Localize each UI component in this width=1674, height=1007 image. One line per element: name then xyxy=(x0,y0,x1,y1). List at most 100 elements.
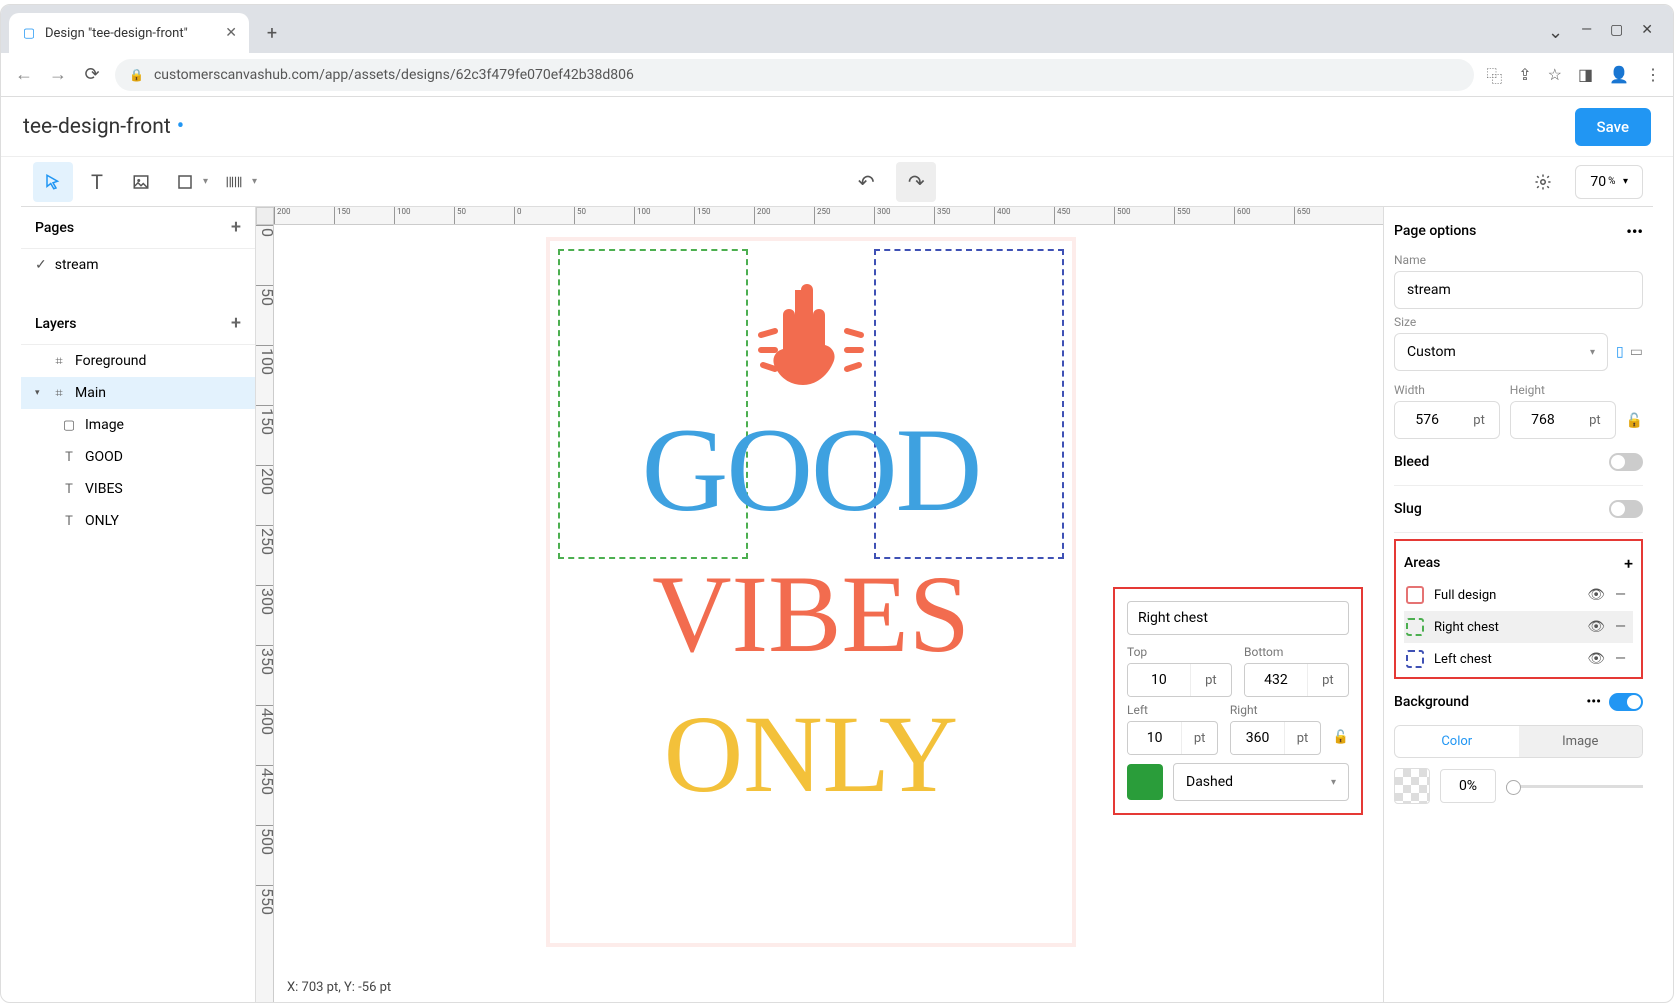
size-select[interactable]: Custom▾ xyxy=(1394,333,1608,371)
remove-icon[interactable]: — xyxy=(1615,587,1631,603)
redo-button[interactable]: ↷ xyxy=(896,162,936,202)
layer-foreground[interactable]: ⌗ Foreground xyxy=(21,345,255,377)
design-canvas[interactable]: GOOD VIBES ONLY xyxy=(546,237,1076,947)
check-icon: ✓ xyxy=(35,257,47,273)
shape-tool[interactable] xyxy=(165,162,205,202)
layer-image[interactable]: ▢ Image xyxy=(21,409,255,441)
ruler-corner xyxy=(256,207,274,225)
line-style-select[interactable]: Dashed ▾ xyxy=(1173,763,1349,801)
window-controls: ⌄ — ▢ ✕ xyxy=(1528,22,1673,53)
layer-good[interactable]: T GOOD xyxy=(21,441,255,473)
area-swatch-full xyxy=(1406,586,1424,604)
lock-icon[interactable]: 🔓 xyxy=(1333,730,1349,745)
text-good[interactable]: GOOD xyxy=(642,401,981,539)
right-input[interactable] xyxy=(1231,722,1284,754)
save-button[interactable]: Save xyxy=(1575,108,1651,146)
image-tool[interactable] xyxy=(121,162,161,202)
select-tool[interactable] xyxy=(33,162,73,202)
page-name-input[interactable] xyxy=(1394,271,1643,309)
barcode-dropdown-icon[interactable]: ▾ xyxy=(252,176,257,187)
layer-vibes[interactable]: T VIBES xyxy=(21,473,255,505)
left-panel: Pages + ✓ stream Layers + ⌗ Foreground ▾… xyxy=(21,207,256,1002)
area-row-right[interactable]: Right chest 👁— xyxy=(1404,611,1633,643)
url-bar: ← → ⟳ 🔒 customerscanvashub.com/app/asset… xyxy=(1,53,1673,97)
peace-hand-image[interactable] xyxy=(746,275,876,395)
shape-dropdown-icon[interactable]: ▾ xyxy=(203,176,208,187)
more-icon[interactable]: ••• xyxy=(1626,222,1643,241)
browser-tab[interactable]: ▢ Design "tee-design-front" ✕ xyxy=(9,13,249,53)
area-swatch-left xyxy=(1406,650,1424,668)
maximize-icon[interactable]: ▢ xyxy=(1610,22,1623,43)
share-icon[interactable]: ⇪ xyxy=(1518,65,1531,84)
portrait-icon[interactable]: ▯ xyxy=(1616,344,1624,360)
bg-color-tab[interactable]: Color xyxy=(1395,726,1519,757)
undo-button[interactable]: ↶ xyxy=(846,162,886,202)
opacity-input[interactable] xyxy=(1440,769,1496,803)
text-icon: T xyxy=(61,514,77,529)
bg-type-segmented[interactable]: Color Image xyxy=(1394,725,1643,758)
new-tab-button[interactable]: + xyxy=(257,18,287,48)
slug-toggle[interactable] xyxy=(1609,500,1643,518)
profile-icon[interactable]: 👤 xyxy=(1609,65,1629,84)
height-input[interactable] xyxy=(1511,402,1575,438)
url-field[interactable]: 🔒 customerscanvashub.com/app/assets/desi… xyxy=(115,59,1474,91)
grid-icon: ⌗ xyxy=(51,354,67,369)
text-only[interactable]: ONLY xyxy=(664,691,959,818)
dropdown-icon[interactable]: ⌄ xyxy=(1548,22,1563,43)
caret-down-icon: ▾ xyxy=(35,388,43,398)
width-input[interactable] xyxy=(1395,402,1459,438)
coordinates-display: X: 703 pt, Y: -56 pt xyxy=(277,974,401,1001)
forward-icon: → xyxy=(47,64,69,85)
ruler-horizontal: 2001501005005010015020025030035040045050… xyxy=(274,207,1383,225)
bleed-toggle[interactable] xyxy=(1609,453,1643,471)
visibility-icon[interactable]: 👁 xyxy=(1587,587,1605,603)
layer-only[interactable]: T ONLY xyxy=(21,505,255,537)
add-layer-button[interactable]: + xyxy=(231,313,241,334)
bookmark-icon[interactable]: ☆ xyxy=(1548,65,1562,84)
area-color-swatch[interactable] xyxy=(1127,764,1163,800)
bg-color-swatch[interactable] xyxy=(1394,768,1430,804)
area-row-left[interactable]: Left chest 👁— xyxy=(1404,643,1633,675)
area-edit-panel: Top pt Bottom pt Left pt Right p xyxy=(1113,587,1363,815)
left-input[interactable] xyxy=(1128,722,1181,754)
more-icon[interactable]: ••• xyxy=(1586,694,1601,710)
page-item[interactable]: ✓ stream xyxy=(21,249,255,281)
remove-icon[interactable]: — xyxy=(1615,651,1631,667)
install-icon[interactable]: ⿻ xyxy=(1486,63,1502,87)
layer-main[interactable]: ▾ ⌗ Main xyxy=(21,377,255,409)
settings-icon[interactable] xyxy=(1523,162,1563,202)
text-vibes[interactable]: VIBES xyxy=(652,551,970,678)
layers-header: Layers + xyxy=(21,303,255,345)
visibility-icon[interactable]: 👁 xyxy=(1587,651,1605,667)
close-icon[interactable]: ✕ xyxy=(1641,22,1653,43)
zoom-value: 70 xyxy=(1590,174,1606,190)
add-page-button[interactable]: + xyxy=(231,217,241,238)
visibility-icon[interactable]: 👁 xyxy=(1587,619,1605,635)
landscape-icon[interactable]: ▭ xyxy=(1630,344,1643,360)
lock-icon[interactable]: 🔓 xyxy=(1626,413,1643,429)
app-header: tee-design-front • Save xyxy=(1,97,1673,157)
text-tool[interactable]: T xyxy=(77,162,117,202)
background-toggle[interactable] xyxy=(1609,693,1643,711)
opacity-slider[interactable] xyxy=(1506,785,1643,788)
top-input[interactable] xyxy=(1128,664,1190,696)
url-text: customerscanvashub.com/app/assets/design… xyxy=(154,67,634,83)
canvas-area[interactable]: 2001501005005010015020025030035040045050… xyxy=(256,207,1383,1002)
back-icon[interactable]: ← xyxy=(13,64,35,85)
bottom-input[interactable] xyxy=(1245,664,1307,696)
bg-image-tab[interactable]: Image xyxy=(1519,726,1643,757)
minimize-icon[interactable]: — xyxy=(1581,22,1592,43)
menu-icon[interactable]: ⋮ xyxy=(1645,65,1661,84)
add-area-button[interactable]: + xyxy=(1624,554,1633,573)
barcode-tool[interactable] xyxy=(214,162,254,202)
remove-icon[interactable]: — xyxy=(1615,619,1631,635)
toolbar: T ▾ ▾ ↶ ↷ 70% ▾ xyxy=(21,157,1653,207)
area-name-input[interactable] xyxy=(1127,601,1349,635)
reload-icon[interactable]: ⟳ xyxy=(81,64,103,85)
document-title: tee-design-front xyxy=(23,115,171,139)
chevron-down-icon: ▾ xyxy=(1331,777,1336,788)
area-row-full[interactable]: Full design 👁— xyxy=(1404,579,1633,611)
panel-icon[interactable]: ◨ xyxy=(1578,65,1593,84)
tab-close-icon[interactable]: ✕ xyxy=(225,25,237,41)
zoom-control[interactable]: 70% ▾ xyxy=(1575,165,1643,199)
